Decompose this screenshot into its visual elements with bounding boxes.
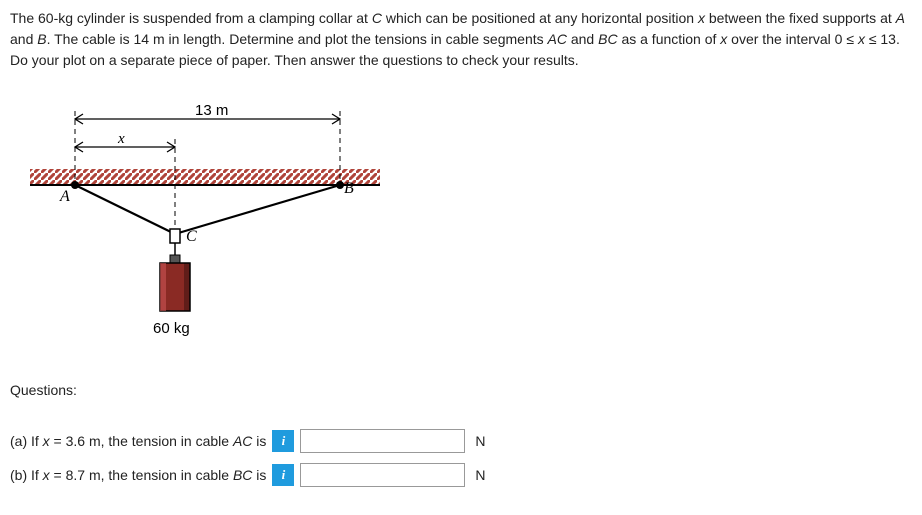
mass-label: 60 kg (153, 320, 190, 337)
answer-a-input[interactable] (300, 429, 465, 453)
question-b: (b) If x = 8.7 m, the tension in cable B… (10, 463, 912, 487)
question-a: (a) If x = 3.6 m, the tension in cable A… (10, 429, 912, 453)
answer-b-input[interactable] (300, 463, 465, 487)
label-a: A (59, 188, 70, 205)
x-label: x (117, 131, 125, 147)
info-icon[interactable]: i (272, 464, 294, 486)
unit-n: N (475, 465, 485, 486)
label-c: C (186, 228, 197, 245)
info-icon[interactable]: i (272, 430, 294, 452)
unit-n: N (475, 431, 485, 452)
problem-statement: The 60-kg cylinder is suspended from a c… (10, 8, 912, 71)
problem-diagram: 13 m x A B C 60 kg bind (20, 89, 912, 350)
question-a-text: (a) If x = 3.6 m, the tension in cable A… (10, 431, 266, 452)
label-b: B (344, 180, 354, 197)
questions-heading: Questions: (10, 380, 912, 401)
question-b-text: (b) If x = 8.7 m, the tension in cable B… (10, 465, 266, 486)
span-label: 13 m (195, 102, 228, 119)
